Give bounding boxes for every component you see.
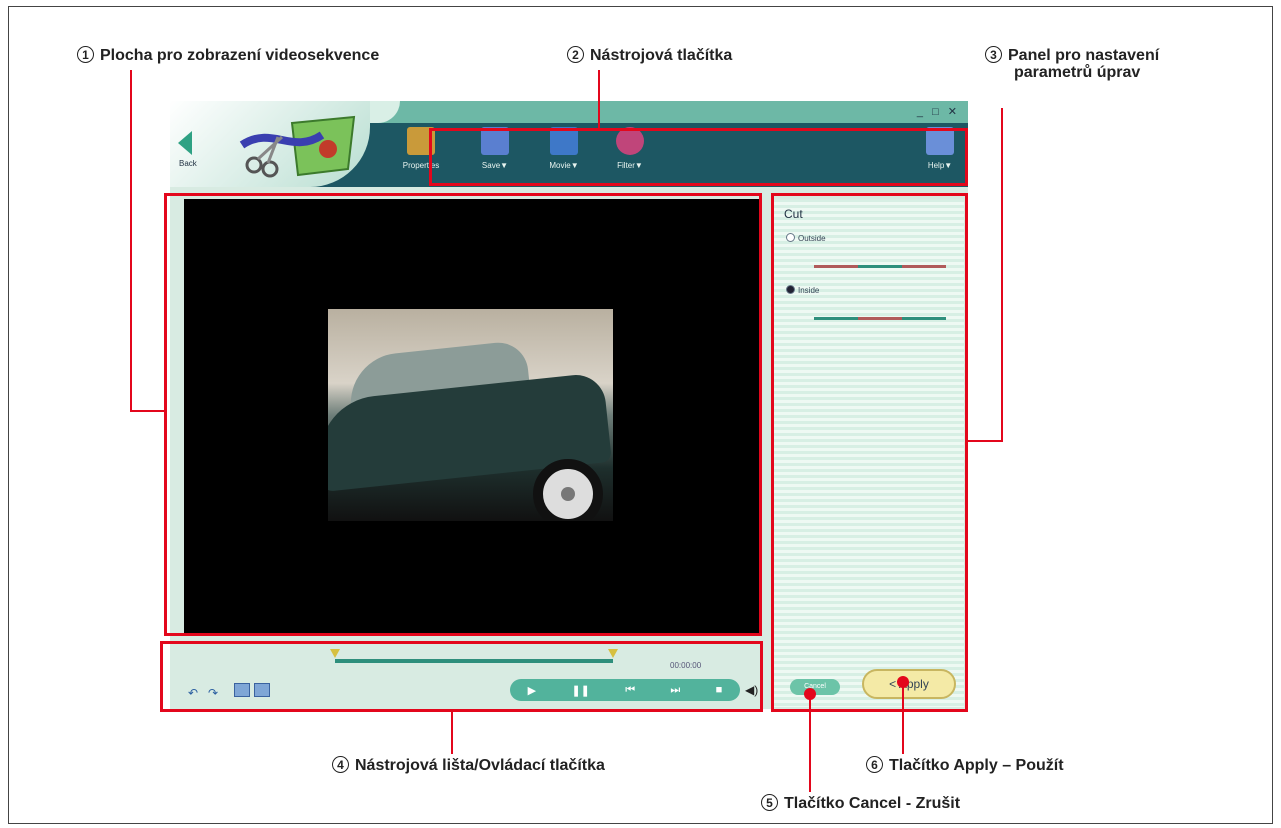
leader-2 (598, 70, 600, 128)
leader-5 (809, 694, 811, 792)
callout-apply: 6 Tlačítko Apply – Použít (866, 756, 1064, 775)
leader-3-horizontal (968, 440, 1003, 442)
leader-4 (451, 712, 453, 754)
toolbar-banner: Back (170, 101, 370, 187)
callout-cancel: 5 Tlačítko Cancel - Zrušit (761, 794, 960, 813)
leader-1-horizontal (130, 410, 164, 412)
highlight-tool-buttons (429, 128, 968, 186)
cut-scissors-icon (239, 115, 356, 178)
callout-tool-buttons: 2 Nástrojová tlačítka (567, 46, 732, 65)
leader-1-vertical (130, 70, 132, 412)
window-buttons[interactable]: _ □ ✕ (917, 105, 960, 118)
callout-settings-panel: 3 Panel pro nastavení parametrů úprav (985, 46, 1159, 81)
back-arrow-icon[interactable] (178, 131, 192, 155)
leader-3-vertical (1001, 108, 1003, 442)
callout-video-area: 1 Plocha pro zobrazení videosekvence (77, 46, 379, 65)
callout-toolbar-controls: 4 Nástrojová lišta/Ovládací tlačítka (332, 756, 605, 775)
highlight-video-area (164, 193, 762, 636)
leader-6 (902, 682, 904, 754)
back-label[interactable]: Back (179, 159, 197, 168)
highlight-settings-panel (771, 193, 968, 712)
highlight-controls (160, 641, 763, 712)
